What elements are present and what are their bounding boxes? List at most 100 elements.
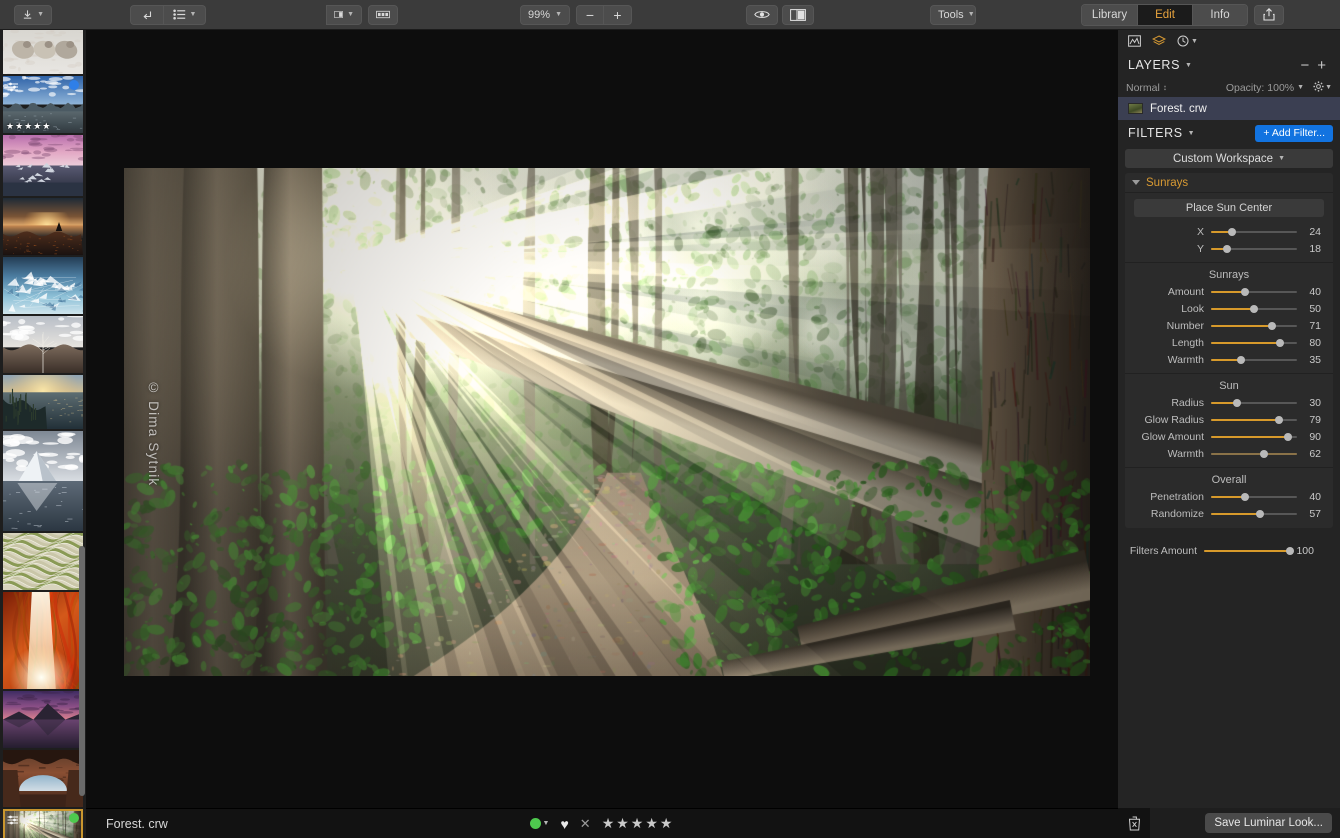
filters-header: FILTERS ▼ + Add Filter... xyxy=(1118,120,1340,146)
delete-button[interactable] xyxy=(1118,808,1150,838)
filmstrip-thumb-golden-coast-cliffs[interactable] xyxy=(3,375,83,429)
slider-look[interactable] xyxy=(1211,302,1297,316)
slider-knob[interactable] xyxy=(1250,305,1258,313)
chevron-down-icon[interactable]: ▼ xyxy=(1185,62,1192,69)
share-icon xyxy=(1263,8,1275,21)
slider-x[interactable] xyxy=(1211,225,1297,239)
chevron-down-icon[interactable]: ▼ xyxy=(1191,38,1198,45)
zoom-level-dropdown[interactable]: 99% ▼ xyxy=(520,5,570,25)
slider-knob[interactable] xyxy=(1223,245,1231,253)
slider-warmth[interactable] xyxy=(1211,353,1297,367)
undo-button[interactable] xyxy=(130,5,164,25)
filmstrip-toggle-button[interactable] xyxy=(368,5,398,25)
adjustments-list-button[interactable]: ▼ xyxy=(164,5,206,25)
tab-info[interactable]: Info xyxy=(1192,5,1247,25)
chevron-down-icon[interactable]: ▼ xyxy=(1188,130,1195,137)
reject-button[interactable]: ✕ xyxy=(580,816,591,832)
slider-fill xyxy=(1211,325,1272,327)
gear-icon[interactable] xyxy=(1313,81,1324,95)
slider-knob[interactable] xyxy=(1260,450,1268,458)
chevron-down-icon[interactable]: ▼ xyxy=(1325,84,1332,91)
filmstrip-thumb-seals-on-ice[interactable] xyxy=(3,30,83,74)
slider-knob[interactable] xyxy=(1268,322,1276,330)
filmstrip-thumb-orange-coast-sunset[interactable] xyxy=(3,198,83,255)
disclosure-triangle-icon[interactable] xyxy=(1132,180,1140,185)
color-flag-badge[interactable] xyxy=(69,80,79,90)
slider-warmth[interactable] xyxy=(1211,447,1297,461)
filmstrip-thumb-antelope-canyon[interactable] xyxy=(3,592,83,689)
slider-glow-amount[interactable] xyxy=(1211,430,1297,444)
updown-icon[interactable]: ↕ xyxy=(1163,83,1167,92)
filters-amount-value: 100 xyxy=(1290,545,1322,557)
blend-mode-selector[interactable]: Normal xyxy=(1126,82,1160,94)
slider-value-x: 24 xyxy=(1297,226,1329,238)
histogram-icon[interactable] xyxy=(1128,35,1141,47)
filmstrip-thumb-forest-sunrays[interactable]: ★★★★★♥ xyxy=(3,809,83,838)
slider-penetration[interactable] xyxy=(1211,490,1297,504)
preview-toggle-button[interactable] xyxy=(746,5,778,25)
slider-knob[interactable] xyxy=(1228,228,1236,236)
slider-knob[interactable] xyxy=(1233,399,1241,407)
slider-knob[interactable] xyxy=(1256,510,1264,518)
color-flag-button[interactable] xyxy=(530,818,541,829)
slider-radius[interactable] xyxy=(1211,396,1297,410)
slider-knob[interactable] xyxy=(1241,493,1249,501)
tab-library[interactable]: Library xyxy=(1082,5,1137,25)
slider-knob[interactable] xyxy=(1276,339,1284,347)
slider-knob[interactable] xyxy=(1275,416,1283,424)
chevron-down-icon[interactable]: ▼ xyxy=(1297,84,1304,91)
share-button[interactable] xyxy=(1254,5,1284,25)
layers-icon[interactable] xyxy=(1152,35,1166,47)
layer-item-forest[interactable]: Forest. crw xyxy=(1118,97,1340,120)
tools-menu-button[interactable]: Tools ▼ xyxy=(930,5,976,25)
slider-knob[interactable] xyxy=(1284,433,1292,441)
tab-edit[interactable]: Edit xyxy=(1137,5,1192,25)
star-rating[interactable]: ★★★★★ xyxy=(602,815,675,832)
image-canvas[interactable]: © Dima Sytnik xyxy=(86,30,1118,808)
slider-amount[interactable] xyxy=(1211,285,1297,299)
slider-label-amount: Amount xyxy=(1125,286,1211,298)
photo-container[interactable]: © Dima Sytnik xyxy=(124,168,1090,676)
filmstrip-thumb-desert-arch[interactable] xyxy=(3,750,83,807)
save-luminar-look-button[interactable]: Save Luminar Look... xyxy=(1205,813,1332,833)
slider-length[interactable] xyxy=(1211,336,1297,350)
filmstrip-thumb-snow-mountain-reflection[interactable] xyxy=(3,431,83,531)
color-flag-badge[interactable] xyxy=(69,813,79,823)
slider-glow-radius[interactable] xyxy=(1211,413,1297,427)
filters-amount-slider[interactable] xyxy=(1204,544,1290,558)
chevron-down-icon: ▼ xyxy=(37,11,44,18)
filmstrip-thumb-purple-mountain-lake[interactable] xyxy=(3,691,83,748)
remove-layer-button[interactable]: − xyxy=(1296,57,1313,74)
compare-button[interactable] xyxy=(782,5,814,25)
filmstrip-thumb-rice-terraces[interactable] xyxy=(3,533,83,590)
add-layer-button[interactable]: + xyxy=(1313,57,1330,74)
filter-header-sunrays[interactable]: Sunrays xyxy=(1125,173,1333,193)
slider-y[interactable] xyxy=(1211,242,1297,256)
slider-knob[interactable] xyxy=(1241,288,1249,296)
panels-toggle-button[interactable]: ▼ xyxy=(326,5,362,25)
history-icon[interactable]: ▼ xyxy=(1177,35,1198,47)
filmstrip-panel[interactable]: ★★★★★ ★★★★★♥ xyxy=(0,30,86,838)
zoom-in-button[interactable]: + xyxy=(604,5,632,25)
filmstrip-thumb-lone-tree-dunes[interactable] xyxy=(3,316,83,373)
filmstrip-thumb-blue-glacier-ice[interactable] xyxy=(3,257,83,314)
thumbnail-image xyxy=(3,135,83,196)
chevron-down-icon[interactable]: ▼ xyxy=(543,820,550,827)
import-button[interactable]: ▼ xyxy=(14,5,52,25)
slider-number[interactable] xyxy=(1211,319,1297,333)
favorite-button[interactable]: ♥ xyxy=(560,816,568,832)
slider-label-number: Number xyxy=(1125,320,1211,332)
slider-randomize[interactable] xyxy=(1211,507,1297,521)
opacity-value[interactable]: Opacity: 100% xyxy=(1226,82,1294,94)
filmstrip-scrollbar[interactable] xyxy=(79,546,85,796)
filmstrip-thumb-pink-sunset-ice[interactable] xyxy=(3,135,83,196)
zoom-out-button[interactable]: − xyxy=(576,5,604,25)
thumbnail-image xyxy=(3,431,83,531)
thumbnail-star-rating[interactable]: ★★★★★ xyxy=(6,122,51,131)
slider-knob[interactable] xyxy=(1237,356,1245,364)
place-sun-center-button[interactable]: Place Sun Center xyxy=(1134,199,1324,217)
filmstrip-thumb-blue-mountain-lake[interactable]: ★★★★★ xyxy=(3,76,83,133)
add-filter-button[interactable]: + Add Filter... xyxy=(1255,125,1333,142)
filmstrip-icon xyxy=(376,9,390,20)
workspace-selector[interactable]: Custom Workspace ▼ xyxy=(1125,149,1333,168)
